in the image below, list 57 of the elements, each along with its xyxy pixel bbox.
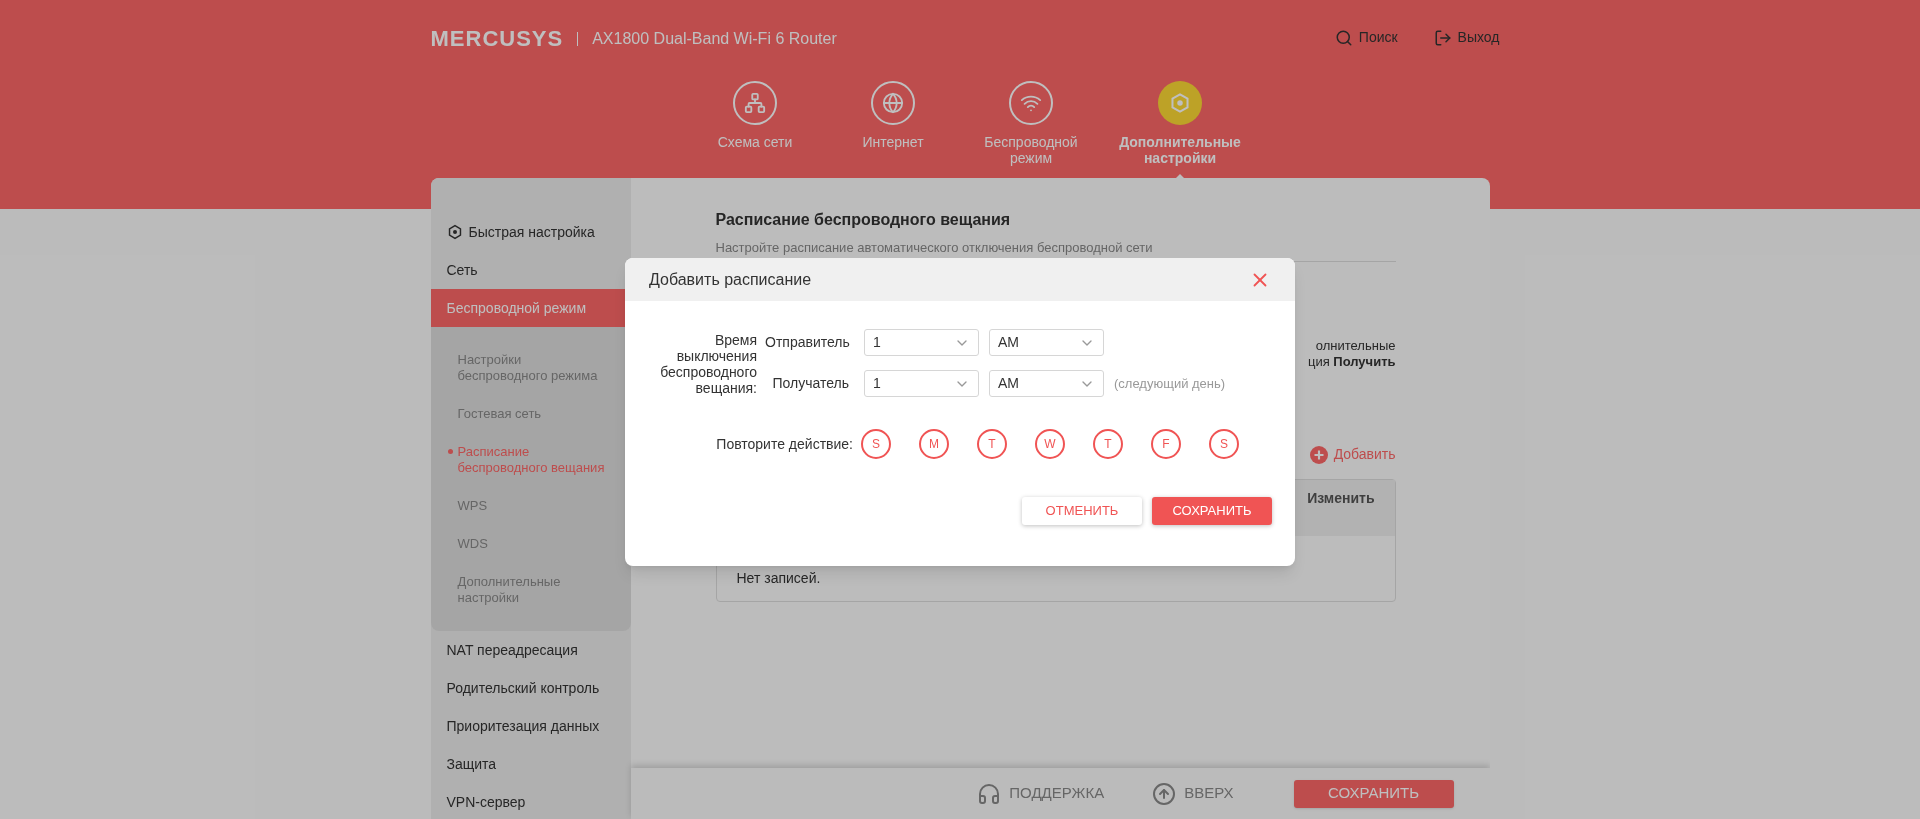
row-label: Получатель bbox=[771, 374, 849, 393]
nav-tab[interactable]: Беспроводной режим bbox=[969, 81, 1093, 166]
day-toggle[interactable]: T bbox=[977, 429, 1007, 459]
globe-icon bbox=[882, 92, 904, 114]
sidebar-item[interactable]: Защита bbox=[430, 745, 631, 783]
empty-message: Нет записей. bbox=[736, 570, 821, 586]
section-title: Расписание беспроводного вещания bbox=[715, 210, 1012, 230]
day-toggle[interactable]: T bbox=[1093, 429, 1123, 459]
repeat-label: Повторите действие: bbox=[715, 434, 853, 454]
search-button[interactable]: Поиск bbox=[1334, 27, 1398, 48]
model-name: AX1800 Dual-Band Wi-Fi 6 Router bbox=[592, 28, 837, 49]
row-label: Отправитель bbox=[765, 333, 849, 352]
submenu-item[interactable]: WPS bbox=[430, 487, 613, 525]
plus-circle-icon bbox=[1309, 445, 1328, 464]
day-toggle[interactable]: F bbox=[1151, 429, 1181, 459]
time-label: Время выключения беспроводного вещания: bbox=[659, 331, 757, 397]
network-icon bbox=[744, 92, 766, 114]
gear-icon bbox=[446, 224, 463, 240]
sidebar-item[interactable]: NAT переадресация bbox=[430, 631, 631, 669]
arrow-up-icon bbox=[1152, 781, 1177, 806]
gear-icon bbox=[1169, 92, 1191, 114]
dialog-save-button[interactable]: СОХРАНИТЬ bbox=[1152, 497, 1272, 525]
section-description: Настройте расписание автоматического отключения беспроводной сети bbox=[715, 240, 1154, 255]
day-toggle[interactable]: W bbox=[1035, 429, 1065, 459]
hour-select[interactable]: 1 bbox=[864, 329, 979, 356]
logout-button[interactable]: Выход bbox=[1433, 27, 1500, 48]
day-toggle[interactable]: S bbox=[1209, 429, 1239, 459]
column-header: Изменить bbox=[1307, 489, 1375, 508]
day-toggle[interactable]: S bbox=[861, 429, 891, 459]
submenu-item[interactable]: Расписание беспроводного вещания bbox=[430, 433, 613, 487]
support-button[interactable]: ПОДДЕРЖКА bbox=[977, 781, 1105, 806]
logo: MERCUSYS bbox=[430, 25, 564, 53]
hour-select[interactable]: 1 bbox=[864, 370, 979, 397]
submenu-item[interactable]: WDS bbox=[430, 525, 613, 563]
nav-tab[interactable]: Схема сети bbox=[693, 81, 817, 150]
sidebar-item[interactable]: VPN-сервер bbox=[430, 783, 631, 819]
submenu-item[interactable]: Настройки беспроводного режима bbox=[430, 341, 613, 395]
next-day-note: (следующий день) bbox=[1114, 374, 1226, 393]
cancel-button[interactable]: ОТМЕНИТЬ bbox=[1022, 497, 1142, 525]
day-toggle[interactable]: M bbox=[919, 429, 949, 459]
search-icon bbox=[1334, 28, 1353, 47]
nav-tab[interactable]: Интернет bbox=[831, 81, 955, 150]
period-select[interactable]: AM bbox=[989, 370, 1104, 397]
save-button[interactable]: СОХРАНИТЬ bbox=[1293, 779, 1454, 808]
dialog-title: Добавить расписание bbox=[649, 269, 812, 290]
submenu-item[interactable]: Гостевая сеть bbox=[430, 395, 613, 433]
nav-tab[interactable]: Дополнительные настройки bbox=[1118, 81, 1242, 166]
sidebar-item[interactable]: Приоритезация данных bbox=[430, 707, 631, 745]
sidebar-item[interactable]: Быстрая настройка bbox=[430, 213, 631, 251]
sidebar-item[interactable]: Родительский контроль bbox=[430, 669, 631, 707]
top-button[interactable]: ВВЕРХ bbox=[1152, 781, 1234, 806]
period-select[interactable]: AM bbox=[989, 329, 1104, 356]
description-fragment: олнительные ция Получить bbox=[1306, 338, 1396, 370]
submenu-item[interactable]: Дополнительные настройки bbox=[430, 563, 613, 617]
add-button[interactable]: Добавить bbox=[1309, 444, 1396, 465]
logout-icon bbox=[1433, 28, 1452, 47]
headset-icon bbox=[977, 781, 1002, 806]
